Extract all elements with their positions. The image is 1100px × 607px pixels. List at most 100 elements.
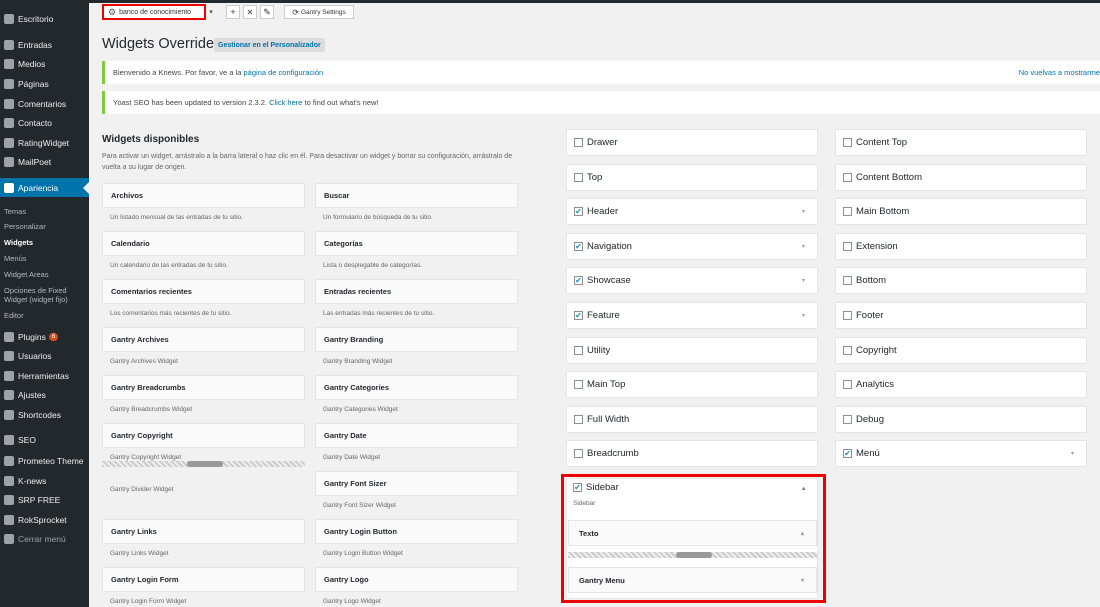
widget-gantry-login-form[interactable]: Gantry Login Form: [102, 567, 305, 592]
area-main-top[interactable]: Main Top: [566, 371, 818, 398]
widget-buscar[interactable]: Buscar: [315, 183, 518, 208]
chevron-down-icon[interactable]: ▾: [802, 277, 805, 284]
remove-override-button[interactable]: ✕: [243, 5, 257, 19]
chevron-up-icon[interactable]: ▴: [802, 484, 805, 492]
menu-item-mailpoet[interactable]: MailPoet: [0, 152, 89, 171]
area-copyright[interactable]: Copyright: [835, 337, 1087, 364]
submenu-men-s[interactable]: Menús: [0, 254, 89, 263]
submenu-widget-areas[interactable]: Widget Areas: [0, 270, 89, 279]
widget-gantry-categories[interactable]: Gantry Categories: [315, 375, 518, 400]
submenu-opciones-de-fixed-widget-widget-fijo-[interactable]: Opciones de Fixed Widget (widget fijo): [0, 286, 89, 304]
area-utility[interactable]: Utility: [566, 337, 818, 364]
edit-override-button[interactable]: ✎: [260, 5, 274, 19]
widget-gantry-breadcrumbs[interactable]: Gantry Breadcrumbs: [102, 375, 305, 400]
area-checkbox[interactable]: [843, 415, 852, 424]
gantry-settings-button[interactable]: ⟳ Gantry Settings: [284, 5, 354, 19]
menu-item-ajustes[interactable]: Ajustes: [0, 385, 89, 404]
menu-item-ratingwidget[interactable]: RatingWidget: [0, 133, 89, 152]
area-drawer[interactable]: Drawer: [566, 129, 818, 156]
menu-item-medios[interactable]: Medios: [0, 54, 89, 73]
area-feature[interactable]: ✔ Feature ▾: [566, 302, 818, 329]
area-men-[interactable]: ✔ Menú ▾: [835, 440, 1087, 467]
area-checkbox[interactable]: [574, 380, 583, 389]
chevron-down-icon[interactable]: ▾: [1071, 450, 1074, 457]
menu-item-seo[interactable]: SEO: [0, 430, 89, 449]
menu-item-p-ginas[interactable]: Páginas: [0, 74, 89, 93]
menu-item-k-news[interactable]: K-news: [0, 471, 89, 490]
menu-item-cerrar-men-[interactable]: Cerrar menú: [0, 529, 89, 548]
area-checkbox[interactable]: [843, 138, 852, 147]
area-checkbox[interactable]: ✔: [843, 449, 852, 458]
menu-item-escritorio[interactable]: Escritorio: [0, 9, 89, 28]
menu-item-prometeo-theme[interactable]: Prometeo Theme: [0, 451, 89, 470]
area-checkbox[interactable]: ✔: [574, 242, 583, 251]
widget-calendario[interactable]: Calendario: [102, 231, 305, 256]
chevron-down-icon[interactable]: ▾: [802, 208, 805, 215]
divider-handle[interactable]: [187, 461, 223, 467]
divider-handle[interactable]: [676, 552, 712, 558]
widget-gantry-font-sizer[interactable]: Gantry Font Sizer: [315, 471, 518, 496]
submenu-temas[interactable]: Temas: [0, 207, 89, 216]
area-extension[interactable]: Extension: [835, 233, 1087, 260]
menu-item-roksprocket[interactable]: RokSprocket: [0, 510, 89, 529]
area-checkbox[interactable]: [574, 449, 583, 458]
area-showcase[interactable]: ✔ Showcase ▾: [566, 267, 818, 294]
knews-config-link[interactable]: página de configuración: [244, 68, 324, 77]
sidebar-area-header[interactable]: ✔ Sidebar: [573, 482, 619, 493]
sidebar-widget-texto[interactable]: Texto ▴: [568, 520, 817, 546]
chevron-up-icon[interactable]: ▴: [801, 530, 804, 537]
area-checkbox[interactable]: ✔: [574, 276, 583, 285]
area-content-top[interactable]: Content Top: [835, 129, 1087, 156]
area-main-bottom[interactable]: Main Bottom: [835, 198, 1087, 225]
area-checkbox[interactable]: [574, 138, 583, 147]
area-top[interactable]: Top: [566, 164, 818, 191]
area-checkbox[interactable]: [843, 207, 852, 216]
kb-dropdown-button[interactable]: ▾: [206, 5, 216, 19]
submenu-editor[interactable]: Editor: [0, 311, 89, 320]
area-checkbox[interactable]: [843, 380, 852, 389]
widget-categor-as[interactable]: Categorías: [315, 231, 518, 256]
area-breadcrumb[interactable]: Breadcrumb: [566, 440, 818, 467]
area-checkbox[interactable]: [843, 346, 852, 355]
widget-gantry-links[interactable]: Gantry Links: [102, 519, 305, 544]
area-checkbox[interactable]: [843, 173, 852, 182]
menu-item-contacto[interactable]: Contacto: [0, 113, 89, 132]
widget-gantry-archives[interactable]: Gantry Archives: [102, 327, 305, 352]
kb-selector[interactable]: ⚙ banco de conocimiento: [102, 4, 206, 20]
chevron-down-icon[interactable]: ▾: [801, 577, 804, 584]
widget-gantry-login-button[interactable]: Gantry Login Button: [315, 519, 518, 544]
area-footer[interactable]: Footer: [835, 302, 1087, 329]
menu-item-srp-free[interactable]: SRP FREE: [0, 490, 89, 509]
menu-item-apariencia[interactable]: Apariencia: [0, 178, 89, 197]
area-checkbox[interactable]: [574, 173, 583, 182]
area-checkbox[interactable]: [843, 276, 852, 285]
area-bottom[interactable]: Bottom: [835, 267, 1087, 294]
menu-item-herramientas[interactable]: Herramientas: [0, 366, 89, 385]
widget-gantry-copyright[interactable]: Gantry Copyright: [102, 423, 305, 448]
sidebar-widget-gantry-menu[interactable]: Gantry Menu ▾: [568, 567, 817, 593]
chevron-down-icon[interactable]: ▾: [802, 243, 805, 250]
menu-item-plugins[interactable]: Plugins 6: [0, 327, 89, 346]
area-checkbox[interactable]: ✔: [574, 311, 583, 320]
area-checkbox[interactable]: [574, 415, 583, 424]
menu-item-shortcodes[interactable]: Shortcodes: [0, 405, 89, 424]
area-checkbox[interactable]: [843, 242, 852, 251]
widget-gantry-logo[interactable]: Gantry Logo: [315, 567, 518, 592]
sidebar-area-checkbox[interactable]: ✔: [573, 483, 582, 492]
widget-comentarios-recientes[interactable]: Comentarios recientes: [102, 279, 305, 304]
menu-item-entradas[interactable]: Entradas: [0, 35, 89, 54]
submenu-personalizar[interactable]: Personalizar: [0, 222, 89, 231]
manage-customizer-button[interactable]: Gestionar en el Personalizador: [214, 38, 325, 52]
add-override-button[interactable]: +: [226, 5, 240, 19]
area-debug[interactable]: Debug: [835, 406, 1087, 433]
widget-gantry-branding[interactable]: Gantry Branding: [315, 327, 518, 352]
widget-archivos[interactable]: Archivos: [102, 183, 305, 208]
area-analytics[interactable]: Analytics: [835, 371, 1087, 398]
area-checkbox[interactable]: [843, 311, 852, 320]
widget-entradas-recientes[interactable]: Entradas recientes: [315, 279, 518, 304]
area-content-bottom[interactable]: Content Bottom: [835, 164, 1087, 191]
knews-dismiss-link[interactable]: No vuelvas a mostrarme: [1019, 68, 1100, 77]
menu-item-usuarios[interactable]: Usuarios: [0, 346, 89, 365]
area-full-width[interactable]: Full Width: [566, 406, 818, 433]
area-checkbox[interactable]: [574, 346, 583, 355]
